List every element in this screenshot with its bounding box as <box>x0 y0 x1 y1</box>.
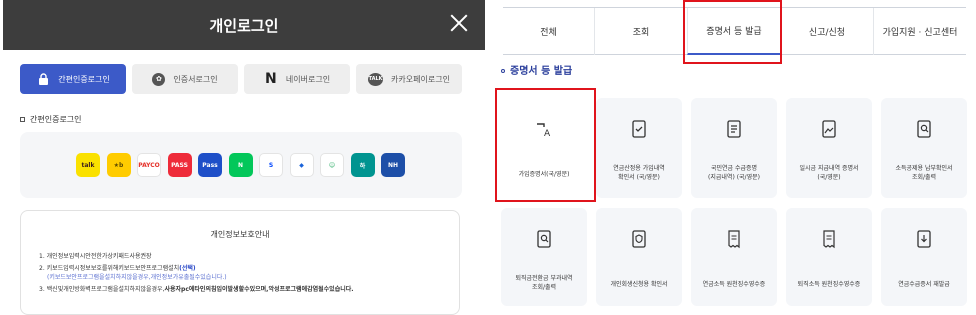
certificate-card[interactable]: 소득공제용 납부확인서 조회/출력 <box>881 98 967 198</box>
certificate-icon: ✿ <box>152 72 166 86</box>
privacy-item-subtext: (키보드보안프로그램을설치하지않을경우,개인정보가유출될수있습니다.) <box>47 274 227 281</box>
tab-inquiry[interactable]: 조회 <box>594 8 687 55</box>
translate-icon: A <box>533 118 555 140</box>
tab-label: 네이버로그인 <box>285 74 331 84</box>
certificate-card[interactable]: 연금소득 원천징수영수증 <box>691 208 777 306</box>
certificate-card-label: 일시금 지급내역 증명서 (국/영문) <box>799 165 859 181</box>
document-check-icon <box>628 118 650 140</box>
provider-naver-icon[interactable]: N <box>228 153 253 177</box>
tab-label: 카카오페이로그인 <box>391 74 450 84</box>
login-tabs: 간편인증로그인 ✿ 인증서로그인 N 네이버로그인 TALK 카카오페이로그인 <box>20 64 462 94</box>
svg-text:A: A <box>544 129 551 139</box>
naver-icon: N <box>265 71 277 87</box>
provider-toss-icon[interactable]: ◆ <box>289 153 314 177</box>
certificate-card[interactable]: 연금산정용 가입내역 확인서 (국/영문) <box>596 98 682 198</box>
tab-label: 간편인증로그인 <box>58 74 110 84</box>
privacy-item: 1. 개인정보입력시안전한가상키패드사용권장 <box>39 252 449 261</box>
privacy-title: 개인정보보호안내 <box>210 230 270 239</box>
login-panel: 개인로그인 간편인증로그인 ✿ 인증서로그인 N 네이버로그인 TALK 카카오… <box>0 0 485 315</box>
privacy-list: 1. 개인정보입력시안전한가상키패드사용권장 2. 키보드입력시정보보호를위해키… <box>39 252 449 297</box>
provider-kakao-icon[interactable]: talk <box>76 153 100 177</box>
certificate-card[interactable]: A 가입증명서(국/영문) <box>501 98 587 198</box>
category-tabs: 전체 조회 증명서 등 발급 신고/신청 가입지원 · 신고센터 <box>503 7 966 55</box>
privacy-item-num: 3. <box>39 286 45 293</box>
bullet-icon <box>20 117 25 122</box>
provider-shinhan-icon[interactable]: S <box>259 153 283 177</box>
provider-pass-blue-icon[interactable]: Pass <box>198 153 222 177</box>
certificate-card[interactable]: 국민연금 수급증명 (지급내역) (국/영문) <box>691 98 777 198</box>
tab-certificate-login[interactable]: ✿ 인증서로그인 <box>132 64 238 94</box>
privacy-notice: 개인정보보호안내 1. 개인정보입력시안전한가상키패드사용권장 2. 키보드입력… <box>20 210 460 315</box>
receipt-icon <box>723 228 745 250</box>
provider-samsung-icon[interactable]: ☺ <box>320 153 344 177</box>
privacy-item: 3. 백신및개인방화벽프로그램을설치하지않을경우,사용자pc에타인의침입이발생할… <box>39 285 449 294</box>
certificate-card-label: 국민연금 수급증명 (지급내역) (국/영문) <box>708 165 760 181</box>
certificate-card[interactable]: 개인회생신청용 확인서 <box>596 208 682 306</box>
simple-auth-heading-text: 간편인증로그인 <box>30 115 82 124</box>
certificate-card-label: 소득공제용 납부확인서 조회/출력 <box>895 165 953 181</box>
certificate-card[interactable]: 퇴직소득 원천징수영수증 <box>786 208 872 306</box>
privacy-item: 2. 키보드입력시정보보호를위해키보드보안프로그램설치(선택) (키보드보안프로… <box>39 264 449 282</box>
provider-hana-icon[interactable]: 하 <box>350 153 375 177</box>
login-title: 개인로그인 <box>209 17 279 35</box>
optional-link[interactable]: (선택) <box>179 265 196 272</box>
receipt-icon <box>818 228 840 250</box>
provider-pass-red-icon[interactable]: PASS <box>167 153 192 177</box>
document-download-icon <box>913 228 935 250</box>
document-search-icon <box>913 118 935 140</box>
privacy-item-text: 백신및개인방화벽프로그램을설치하지않을경우, <box>46 286 165 293</box>
certificate-card-label: 연금소득 원천징수영수증 <box>702 281 766 288</box>
tab-all[interactable]: 전체 <box>503 8 594 55</box>
document-shield-icon <box>628 228 650 250</box>
tab-support-center[interactable]: 가입지원 · 신고센터 <box>873 8 966 55</box>
close-icon[interactable] <box>447 11 471 35</box>
certificate-card-label: 퇴직금전환금 부과내역 조회/출력 <box>515 275 573 291</box>
certificate-panel: 전체 조회 증명서 등 발급 신고/신청 가입지원 · 신고센터 증명서 등 발… <box>495 0 976 315</box>
privacy-item-num: 1. <box>39 253 45 260</box>
certificate-card[interactable]: 일시금 지급내역 증명서 (국/영문) <box>786 98 872 198</box>
certificate-card[interactable]: 연금수급증서 재발급 <box>881 208 967 306</box>
simple-auth-heading: 간편인증로그인 <box>20 114 82 125</box>
tab-report-apply[interactable]: 신고/신청 <box>780 8 873 55</box>
provider-payco-icon[interactable]: PAYCO <box>137 153 161 177</box>
provider-nh-icon[interactable]: NH <box>381 153 405 177</box>
login-header: 개인로그인 <box>3 0 485 50</box>
kakaotalk-icon: TALK <box>368 72 384 86</box>
privacy-item-text: 키보드입력시정보보호를위해키보드보안프로그램설치 <box>46 265 180 272</box>
tab-simple-auth-login[interactable]: 간편인증로그인 <box>20 64 126 94</box>
lock-icon <box>36 72 50 86</box>
document-search-icon <box>533 228 555 250</box>
section-title: 증명서 등 발급 <box>501 62 572 77</box>
auth-provider-list: talk ★b PAYCO PASS Pass N S ◆ ☺ 하 NH <box>20 132 462 198</box>
screenshot-root: 개인로그인 간편인증로그인 ✿ 인증서로그인 N 네이버로그인 TALK 카카오… <box>0 0 976 315</box>
certificate-card-label: 개인회생신청용 확인서 <box>610 281 668 288</box>
certificate-card-label: 연금수급증서 재발급 <box>898 281 950 288</box>
tab-naver-login[interactable]: N 네이버로그인 <box>244 64 350 94</box>
privacy-item-warning: 사용자pc에타인의침입이발생할수있으며,악성프로그램에감염될수있습니다. <box>164 286 354 293</box>
tab-kakaopay-login[interactable]: TALK 카카오페이로그인 <box>356 64 462 94</box>
provider-kb-icon[interactable]: ★b <box>106 153 131 177</box>
privacy-item-num: 2. <box>39 265 45 272</box>
certificate-card-label: 퇴직소득 원천징수영수증 <box>797 281 861 288</box>
tab-certificate-issuance[interactable]: 증명서 등 발급 <box>687 8 780 55</box>
tab-label: 인증서로그인 <box>173 74 218 84</box>
certificate-card-label: 연금산정용 가입내역 확인서 (국/영문) <box>613 165 665 181</box>
document-list-icon <box>723 118 745 140</box>
section-title-text: 증명서 등 발급 <box>510 66 573 77</box>
certificate-card[interactable]: 퇴직금전환금 부과내역 조회/출력 <box>501 208 587 306</box>
certificate-card-label: 가입증명서(국/영문) <box>518 171 570 178</box>
bullet-icon <box>501 69 505 73</box>
document-image-icon <box>818 118 840 140</box>
privacy-item-text: 개인정보입력시안전한가상키패드사용권장 <box>46 253 152 260</box>
